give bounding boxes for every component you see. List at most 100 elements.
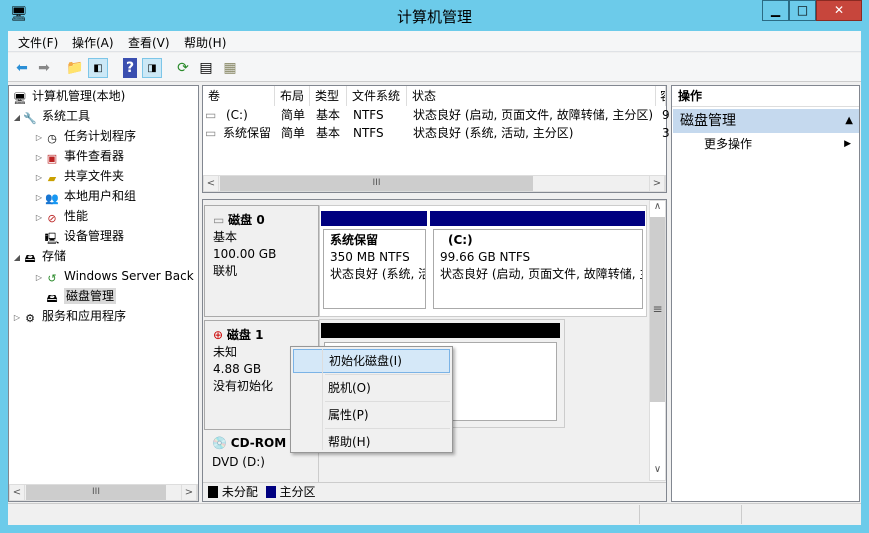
cell-fs: NTFS — [353, 126, 384, 140]
status-pane — [642, 505, 742, 524]
tree-item-disk-management[interactable]: 🖴 磁盘管理 — [12, 286, 198, 306]
cell-volume: 系统保留 — [223, 126, 272, 140]
drive-icon: ▭ — [205, 108, 217, 122]
column-header-volume[interactable]: 卷 — [203, 86, 275, 106]
storage-icon: 🖴 — [24, 252, 36, 265]
show-hide-action-icon[interactable]: ◨ — [142, 58, 162, 78]
actions-more[interactable]: 更多操作 ▶ — [673, 135, 859, 153]
clock-icon: ◷ — [47, 132, 57, 145]
primary-partition-bar — [321, 211, 427, 226]
context-menu: 初始化磁盘(I) 脱机(O) 属性(P) 帮助(H) — [290, 346, 453, 453]
table-row[interactable]: ▭ 系统保留 简单 基本 NTFS 状态良好 (系统, 活动, 主分区) 3 — [204, 125, 670, 142]
disk-0-label[interactable]: ▭ 磁盘 0 基本 100.00 GB 联机 — [204, 205, 319, 317]
tree-item-computer-management[interactable]: 🖥 计算机管理(本地) — [12, 86, 198, 106]
properties-icon[interactable]: ▤ — [196, 58, 216, 78]
partition-size: 99.66 GB NTFS — [440, 250, 531, 264]
column-header-capacity[interactable]: 容 — [656, 86, 666, 106]
maximize-button[interactable]: □ — [789, 0, 816, 21]
menu-item-properties[interactable]: 属性(P) — [293, 402, 450, 428]
column-header-type[interactable]: 类型 — [310, 86, 347, 106]
cell-status: 状态良好 (启动, 页面文件, 故障转储, 主分区) — [413, 108, 654, 122]
scroll-up-button[interactable]: ∧ — [649, 201, 666, 217]
partition-status: 状态良好 (启动, 页面文件, 故障转储, 主 — [440, 267, 643, 281]
tree-item-system-tools[interactable]: ◢ 🔧 系统工具 — [12, 106, 198, 126]
status-pane — [8, 505, 640, 524]
column-header-layout[interactable]: 布局 — [275, 86, 310, 106]
tree-item-task-scheduler[interactable]: ▷ ◷ 任务计划程序 — [12, 126, 198, 146]
collapsed-arrow-icon[interactable]: ▷ — [34, 148, 44, 168]
submenu-arrow-icon: ▶ — [844, 139, 851, 149]
tree-label: 系统工具 — [42, 109, 91, 123]
tree-item-windows-server-backup[interactable]: ▷ ↺ Windows Server Back — [12, 266, 198, 286]
partition-size: 350 MB NTFS — [330, 250, 410, 264]
disk-size: 100.00 GB — [213, 247, 277, 261]
menu-item-offline[interactable]: 脱机(O) — [293, 375, 450, 401]
partition-system-reserved[interactable]: 系统保留 350 MB NTFS 状态良好 (系统, 活 — [323, 229, 426, 309]
scroll-right-button[interactable]: > — [181, 484, 197, 501]
menu-file[interactable]: 文件(F) — [18, 34, 58, 51]
menu-action[interactable]: 操作(A) — [72, 34, 114, 51]
tools-icon: 🔧 — [23, 112, 37, 125]
scroll-thumb[interactable]: ≡ — [650, 217, 665, 402]
table-row[interactable]: ▭ (C:) 简单 基本 NTFS 状态良好 (启动, 页面文件, 故障转储, … — [204, 107, 670, 124]
tree-item-shared-folders[interactable]: ▷ ▰ 共享文件夹 — [12, 166, 198, 186]
collapsed-arrow-icon[interactable]: ▷ — [34, 208, 44, 228]
performance-icon: ⊘ — [47, 212, 57, 225]
cell-capacity: 3 — [662, 126, 670, 140]
column-header-filesystem[interactable]: 文件系统 — [347, 86, 407, 106]
menu-item-help[interactable]: 帮助(H) — [293, 429, 450, 455]
window-title: 计算机管理 — [396, 8, 472, 26]
tree-item-services-apps[interactable]: ▷ ⚙ 服务和应用程序 — [12, 306, 198, 326]
scroll-left-button[interactable]: < — [203, 175, 219, 192]
disk-wizard-icon[interactable]: ▦ — [220, 58, 240, 78]
collapsed-arrow-icon[interactable]: ▷ — [34, 168, 44, 188]
tree-item-local-users[interactable]: ▷ 👥 本地用户和组 — [12, 186, 198, 206]
menu-view[interactable]: 查看(V) — [128, 34, 170, 51]
tree-label: 设备管理器 — [64, 229, 125, 243]
tree-list: 🖥 计算机管理(本地) ◢ 🔧 系统工具 ▷ ◷ 任务计划程序 ▷ ▣ 事件查看器 ▷ ▰ 共享文… — [12, 86, 198, 326]
menu-item-initialize-disk[interactable]: 初始化磁盘(I) — [293, 349, 450, 373]
show-hide-tree-icon[interactable]: ◧ — [88, 58, 108, 78]
device-manager-icon: 🖳 — [44, 232, 60, 245]
disk-type: DVD (D:) — [212, 455, 265, 469]
partition-status: 状态良好 (系统, 活 — [330, 267, 426, 281]
tree-item-event-viewer[interactable]: ▷ ▣ 事件查看器 — [12, 146, 198, 166]
column-header-status[interactable]: 状态 — [407, 86, 656, 106]
help-icon[interactable]: ? — [123, 58, 137, 78]
collapse-arrow-icon[interactable]: ▲ — [845, 109, 853, 133]
expanded-arrow-icon[interactable]: ◢ — [12, 108, 22, 128]
scroll-thumb[interactable]: III — [26, 485, 166, 500]
scroll-thumb[interactable]: III — [220, 176, 533, 191]
close-button[interactable]: ✕ — [816, 0, 862, 21]
primary-partition-bar — [430, 211, 645, 226]
collapsed-arrow-icon[interactable]: ▷ — [34, 128, 44, 148]
partition-c[interactable]: (C:) 99.66 GB NTFS 状态良好 (启动, 页面文件, 故障转储,… — [433, 229, 643, 309]
scroll-left-button[interactable]: < — [9, 484, 25, 501]
minimize-button[interactable]: ▁ — [762, 0, 789, 21]
event-viewer-icon: ▣ — [46, 152, 58, 165]
legend-label: 主分区 — [279, 485, 316, 499]
tree-label: 服务和应用程序 — [42, 309, 127, 323]
tree-item-storage[interactable]: ◢ 🖴 存储 — [12, 246, 198, 266]
tree-label: 计算机管理(本地) — [32, 89, 126, 103]
up-folder-icon[interactable]: 📁 — [65, 58, 85, 78]
disk-management-icon: 🖴 — [46, 292, 58, 305]
tree-label: 磁盘管理 — [64, 288, 117, 304]
back-icon[interactable]: ⬅ — [12, 58, 32, 78]
collapsed-arrow-icon[interactable]: ▷ — [12, 308, 22, 328]
scroll-right-button[interactable]: > — [649, 175, 665, 192]
forward-icon[interactable]: ➡ — [34, 58, 54, 78]
tree-item-performance[interactable]: ▷ ⊘ 性能 — [12, 206, 198, 226]
cell-fs: NTFS — [353, 108, 384, 122]
refresh-icon[interactable]: ⟳ — [173, 58, 193, 78]
disk-state: 联机 — [213, 264, 238, 278]
collapsed-arrow-icon[interactable]: ▷ — [34, 188, 44, 208]
menu-help[interactable]: 帮助(H) — [184, 34, 226, 51]
collapsed-arrow-icon[interactable]: ▷ — [34, 268, 44, 288]
actions-section-disk-management[interactable]: 磁盘管理 ▲ — [673, 109, 859, 133]
expanded-arrow-icon[interactable]: ◢ — [12, 248, 22, 268]
tree-label: 共享文件夹 — [64, 169, 125, 183]
scroll-down-button[interactable]: ∨ — [649, 464, 666, 480]
tree-item-device-manager[interactable]: 🖳 设备管理器 — [12, 226, 198, 246]
cell-layout: 简单 — [281, 126, 306, 140]
